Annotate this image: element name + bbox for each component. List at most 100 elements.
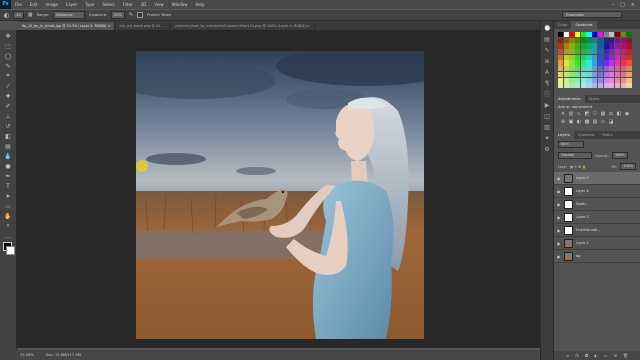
swatch[interactable] [614,49,621,55]
swatch[interactable] [620,43,626,49]
swatch[interactable] [626,66,632,72]
swatch[interactable] [569,43,575,49]
swatch[interactable] [626,37,632,43]
swatch[interactable] [580,77,587,83]
swatch[interactable] [586,71,592,78]
zoom-tool-icon[interactable]: ⌕ [4,222,12,230]
marquee-tool-icon[interactable]: ⬚ [4,42,12,50]
swatch[interactable] [586,49,592,55]
swatch[interactable] [575,66,581,72]
close-button[interactable]: × [631,2,635,8]
swatch[interactable] [558,66,564,72]
swatch[interactable] [558,32,564,38]
swatch[interactable] [597,77,604,83]
swatch[interactable] [592,60,598,66]
tool-presets-icon[interactable]: ⚙ [544,146,551,153]
hue-saturation-icon[interactable]: ▦ [600,111,606,117]
paragraph-panel-icon[interactable]: ¶ [544,80,551,87]
swatch[interactable] [580,43,587,49]
swatch[interactable] [575,49,581,55]
blur-tool-icon[interactable]: 💧 [4,152,12,160]
swatch[interactable] [558,54,564,61]
swatch[interactable] [592,71,598,78]
eraser-tool-icon[interactable]: ◧ [4,132,12,140]
swatch[interactable] [620,66,626,72]
more-tools-icon[interactable]: … [4,232,12,240]
menu-view[interactable]: View [150,2,168,7]
eye-icon[interactable]: ◉ [556,215,561,220]
swatch[interactable] [558,49,564,55]
quick-select-tool-icon[interactable]: ✎ [4,62,12,70]
channel-mixer-icon[interactable]: ⊛ [560,119,566,125]
swatch[interactable] [626,83,632,89]
eye-icon[interactable]: ◉ [556,176,561,181]
layer-row[interactable]: ◉ Hue/Saturati… [554,224,640,238]
swatch[interactable] [603,49,609,55]
tab-doc-1[interactable]: fig_10_by_jir_trinek.jpg @ 33.3% (Layer … [18,22,116,30]
gradient-tool-icon[interactable]: ▤ [4,142,12,150]
swatch[interactable] [563,60,569,66]
swatch[interactable] [603,54,609,61]
menu-select[interactable]: Select [98,2,118,7]
eye-icon[interactable]: ◉ [556,241,561,246]
swatch[interactable] [626,60,632,66]
swatch[interactable] [558,77,564,83]
swatch[interactable] [586,43,592,49]
navigator-panel-icon[interactable]: ✦ [544,135,551,142]
layer-row[interactable]: ◉ Layer 4 [554,185,640,199]
brush-panel-icon[interactable]: ✎ [544,47,551,54]
swatch[interactable] [580,60,587,66]
swatch[interactable] [614,43,621,49]
swatch[interactable] [609,49,615,55]
tab-layers[interactable]: Layers [554,131,574,140]
swatch[interactable] [603,32,609,38]
new-adjustment-icon[interactable]: ◐ [594,353,598,358]
swatch[interactable] [563,49,569,55]
swatch[interactable] [597,37,604,43]
swatch[interactable] [620,60,626,66]
swatch[interactable] [614,83,621,89]
layer-name[interactable]: Hue/Saturati… [576,228,601,232]
path-select-tool-icon[interactable]: ➤ [4,192,12,200]
info-panel-icon[interactable]: ⓘ [544,91,551,98]
swatch[interactable] [614,60,621,66]
swatch[interactable] [586,77,592,83]
swatch[interactable] [614,54,621,61]
menu-filter[interactable]: Filter [119,2,137,7]
swatch[interactable] [569,66,575,72]
swatch[interactable] [580,71,587,78]
swatch[interactable] [592,54,598,61]
document-image[interactable] [136,51,424,339]
swatch[interactable] [563,37,569,43]
swatch[interactable] [609,54,615,61]
swatch[interactable] [603,37,609,43]
swatch[interactable] [563,66,569,72]
swatches-grid[interactable] [554,29,640,91]
swatch[interactable] [580,49,587,55]
menu-file[interactable]: File [11,2,26,7]
swatch[interactable] [614,71,621,78]
brightness-icon[interactable]: ☀ [560,111,566,117]
swatch[interactable] [575,54,581,61]
vibrance-icon[interactable]: ▽ [592,111,598,117]
swatch[interactable] [626,71,632,78]
swatch[interactable] [614,32,621,38]
swatch[interactable] [597,66,604,72]
history-panel-icon[interactable]: ⌚ [544,25,551,32]
swatch[interactable] [558,43,564,49]
swatch[interactable] [580,83,587,89]
swatch[interactable] [586,37,592,43]
layer-name[interactable]: Layer 4 [576,189,589,193]
swatch[interactable] [597,54,604,61]
swatch[interactable] [580,66,587,72]
swatch[interactable] [558,60,564,66]
range-dropdown[interactable]: Midtones [53,11,86,19]
menu-3d[interactable]: 3D [137,2,151,7]
swatch[interactable] [597,83,604,89]
tab-adjustments[interactable]: Adjustments [554,95,585,104]
brush-size-dropdown[interactable]: 20 [13,11,24,19]
swatch[interactable] [569,49,575,55]
protect-tones-checkbox[interactable] [137,12,144,18]
swatch[interactable] [603,77,609,83]
menu-help[interactable]: Help [191,2,208,7]
